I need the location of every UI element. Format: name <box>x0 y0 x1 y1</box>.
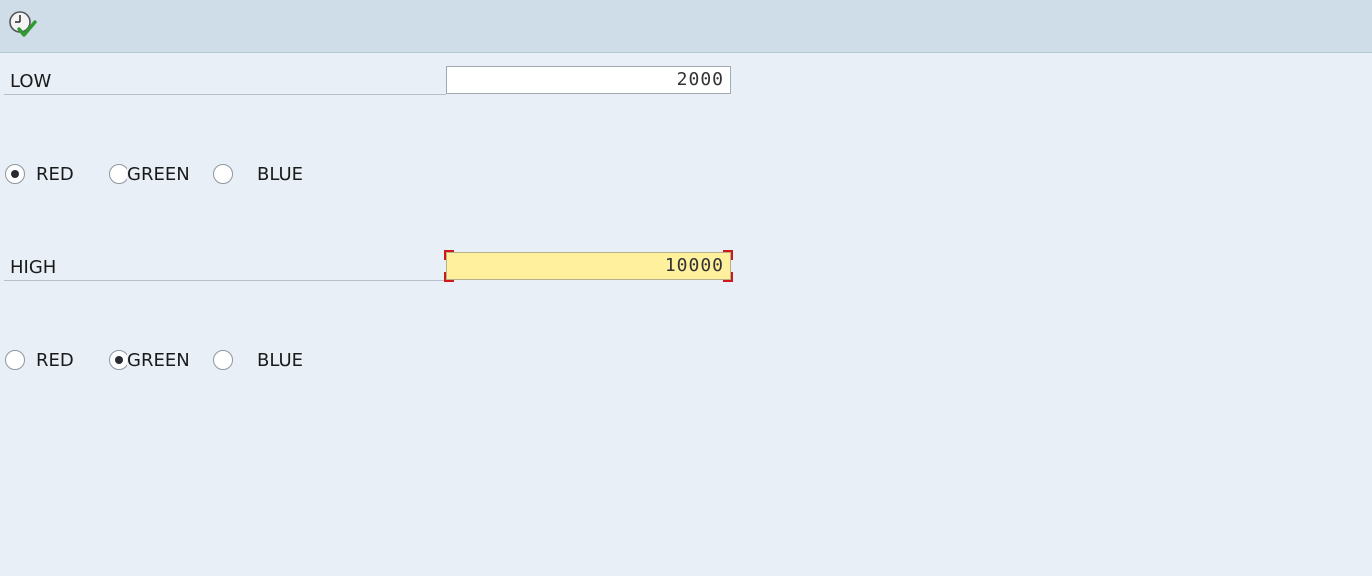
focus-corner <box>444 250 454 260</box>
low-label: LOW <box>10 71 52 92</box>
low-color-radio-group: RED GREEN BLUE <box>0 160 400 190</box>
low-radio-blue[interactable]: BLUE <box>213 160 313 190</box>
high-radio-green[interactable]: GREEN <box>108 346 198 376</box>
radio-label-blue: BLUE <box>257 164 304 185</box>
execute-button[interactable] <box>7 10 39 40</box>
high-label: HIGH <box>10 257 57 278</box>
radio-button-selected[interactable] <box>109 350 129 370</box>
radio-button[interactable] <box>109 164 129 184</box>
high-radio-blue[interactable]: BLUE <box>213 346 313 376</box>
radio-label-green: GREEN <box>127 350 190 371</box>
radio-label-red: RED <box>36 164 74 185</box>
application-toolbar <box>0 0 1372 53</box>
radio-label-blue: BLUE <box>257 350 304 371</box>
low-label-row: LOW <box>4 66 446 95</box>
low-radio-red[interactable]: RED <box>5 160 85 190</box>
radio-button[interactable] <box>213 350 233 370</box>
low-radio-green[interactable]: GREEN <box>108 160 198 190</box>
execute-clock-check-icon <box>9 11 37 37</box>
high-input[interactable]: 10000 <box>444 250 733 282</box>
radio-button-selected[interactable] <box>5 164 25 184</box>
focus-corner <box>723 272 733 282</box>
radio-button[interactable] <box>213 164 233 184</box>
low-input[interactable]: 2000 <box>446 66 731 94</box>
high-label-row: HIGH <box>4 252 446 281</box>
high-input-value: 10000 <box>664 255 724 276</box>
focus-corner <box>723 250 733 260</box>
radio-button[interactable] <box>5 350 25 370</box>
radio-label-green: GREEN <box>127 164 190 185</box>
high-radio-red[interactable]: RED <box>5 346 85 376</box>
radio-label-red: RED <box>36 350 74 371</box>
focus-corner <box>444 272 454 282</box>
high-color-radio-group: RED GREEN BLUE <box>0 346 400 376</box>
